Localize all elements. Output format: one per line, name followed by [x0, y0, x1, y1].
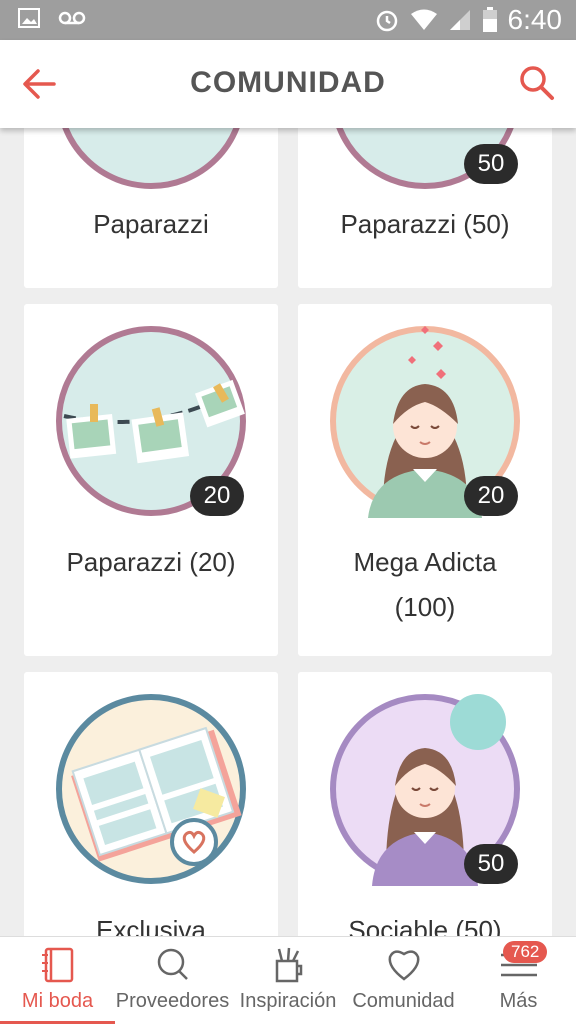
search-button[interactable] [516, 62, 558, 104]
level-badge: 20 [464, 476, 518, 516]
medal-name: Paparazzi (50) [340, 209, 510, 239]
bottom-navigation: Mi boda Proveedores Inspiración Comunida… [0, 936, 576, 1024]
battery-icon [482, 7, 497, 32]
nav-label: Inspiración [239, 990, 337, 1012]
nav-label: Más [499, 990, 538, 1012]
pencil-cup-icon [275, 947, 303, 983]
medal-card[interactable]: 20 Paparazzi (20) [24, 304, 278, 656]
app-bar: COMUNIDAD [0, 40, 576, 128]
voicemail-icon [58, 11, 86, 25]
medal-card[interactable]: 50 Sociable (50) [298, 672, 552, 936]
page-title: COMUNIDAD [190, 66, 386, 99]
medal-name: Exclusiva [96, 915, 206, 936]
nav-label: Mi boda [21, 990, 94, 1012]
nav-item-comunidad[interactable]: Comunidad [346, 937, 461, 1024]
medal-card[interactable]: 50 Paparazzi (50) [298, 128, 552, 288]
medal-card[interactable]: Paparazzi [24, 128, 278, 288]
medal-name: Paparazzi [93, 209, 209, 239]
level-badge: 50 [464, 844, 518, 884]
status-bar: 6:40 [0, 0, 576, 40]
nav-item-proveedores[interactable]: Proveedores [115, 937, 230, 1024]
signal-icon [449, 10, 470, 30]
heart-chat-icon [388, 950, 419, 981]
paparazzi-medal-icon [62, 128, 240, 189]
nav-item-inspiracion[interactable]: Inspiración [230, 937, 346, 1024]
medal-card[interactable]: Exclusiva [24, 672, 278, 936]
medal-name: Mega Adicta (100) [353, 547, 497, 622]
level-badge: 50 [464, 144, 518, 184]
notebook-icon [41, 947, 73, 983]
alarm-icon [376, 10, 397, 32]
nav-item-mas[interactable]: 762 Más [461, 937, 576, 1024]
search-icon [157, 948, 188, 980]
level-badge: 20 [190, 476, 244, 516]
nav-label: Comunidad [352, 990, 455, 1012]
badges-grid: Paparazzi 50 Paparazzi (50) 20 Paparazzi… [0, 128, 576, 936]
search-icon [520, 66, 554, 100]
nav-label: Proveedores [115, 990, 230, 1012]
image-notification-icon [18, 8, 40, 28]
medal-card[interactable]: 20 Mega Adicta (100) [298, 304, 552, 656]
medal-name: Paparazzi (20) [66, 547, 236, 577]
notification-badge: 762 [503, 941, 548, 963]
exclusiva-medal-icon [56, 694, 246, 884]
wifi-icon [410, 9, 437, 30]
clock: 6:40 [507, 4, 563, 35]
nav-item-mi-boda[interactable]: Mi boda [0, 937, 115, 1024]
medal-name: Sociable (50) [348, 915, 502, 936]
